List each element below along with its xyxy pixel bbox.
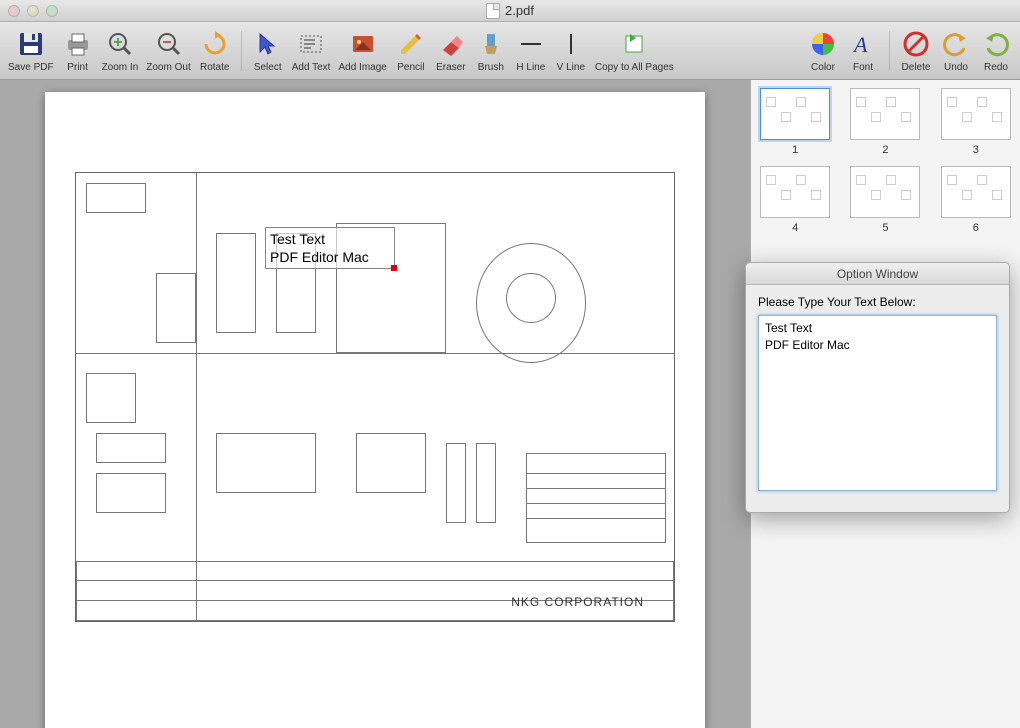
window-title-text: 2.pdf [505,3,534,18]
option-window-title: Option Window [746,263,1009,285]
eraser-button[interactable]: Eraser [431,26,471,75]
font-icon: A [847,28,879,60]
toolbar-separator [889,31,890,71]
color-button[interactable]: Color [803,26,843,75]
zoom-in-icon [104,28,136,60]
minimize-button[interactable] [27,5,39,17]
thumbnail-image [850,88,920,140]
thumbnail-5[interactable]: 5 [847,166,923,234]
thumbnail-4[interactable]: 4 [757,166,833,234]
color-icon [807,28,839,60]
add-text-icon [295,28,327,60]
zoom-in-button[interactable]: Zoom In [98,26,143,75]
thumbnail-image [850,166,920,218]
zoom-out-icon [153,28,185,60]
thumbnail-1[interactable]: 1 [757,88,833,156]
window-title: 2.pdf [486,3,534,19]
document-icon [486,3,500,19]
rotate-icon [199,28,231,60]
add-image-icon [347,28,379,60]
add-image-button[interactable]: Add Image [334,26,390,75]
option-window[interactable]: Option Window Please Type Your Text Belo… [745,262,1010,513]
thumbnail-image [941,166,1011,218]
rotate-button[interactable]: Rotate [195,26,235,75]
text-annotation-box[interactable]: Test Text PDF Editor Mac [265,227,395,269]
zoom-out-button[interactable]: Zoom Out [142,26,194,75]
text-annotation-line1: Test Text [270,230,390,248]
brush-button[interactable]: Brush [471,26,511,75]
corporation-label: NKG CORPORATION [511,595,644,609]
thumbnail-2[interactable]: 2 [847,88,923,156]
thumbnail-image [760,166,830,218]
close-button[interactable] [8,5,20,17]
select-icon [252,28,284,60]
copy-all-icon [618,28,650,60]
thumbnail-image [941,88,1011,140]
thumbnail-6[interactable]: 6 [938,166,1014,234]
svg-text:A: A [852,32,868,57]
window-titlebar: 2.pdf [0,0,1020,22]
save-icon [15,28,47,60]
option-window-label: Please Type Your Text Below: [758,295,997,309]
redo-icon [980,28,1012,60]
thumbnail-label: 2 [882,144,888,156]
undo-icon [940,28,972,60]
save-pdf-button[interactable]: Save PDF [4,26,58,75]
print-icon [62,28,94,60]
copy-to-all-pages-button[interactable]: Copy to All Pages [591,26,678,75]
redo-button[interactable]: Redo [976,26,1016,75]
h-line-icon [515,28,547,60]
thumbnail-image [760,88,830,140]
v-line-button[interactable]: V Line [551,26,591,75]
toolbar: Save PDF Print Zoom In Zoom Out Rotate S… [0,22,1020,80]
text-input-textarea[interactable] [758,315,997,491]
print-button[interactable]: Print [58,26,98,75]
select-button[interactable]: Select [248,26,288,75]
option-window-body: Please Type Your Text Below: [746,285,1009,512]
canvas-area[interactable]: NKG CORPORATION Test Text PDF Editor Mac [0,80,750,728]
traffic-lights [0,5,58,17]
h-line-button[interactable]: H Line [511,26,551,75]
add-text-button[interactable]: Add Text [288,26,335,75]
thumbnail-label: 5 [882,222,888,234]
thumbnail-label: 1 [792,144,798,156]
brush-icon [475,28,507,60]
v-line-icon [555,28,587,60]
pencil-button[interactable]: Pencil [391,26,431,75]
eraser-icon [435,28,467,60]
font-button[interactable]: A Font [843,26,883,75]
thumbnail-label: 6 [973,222,979,234]
pdf-page[interactable]: NKG CORPORATION Test Text PDF Editor Mac [45,92,705,728]
thumbnail-label: 3 [973,144,979,156]
text-annotation-line2: PDF Editor Mac [270,248,390,266]
pencil-icon [395,28,427,60]
thumbnail-label: 4 [792,222,798,234]
thumbnail-3[interactable]: 3 [938,88,1014,156]
toolbar-separator [241,31,242,71]
undo-button[interactable]: Undo [936,26,976,75]
delete-button[interactable]: Delete [896,26,936,75]
delete-icon [900,28,932,60]
maximize-button[interactable] [46,5,58,17]
